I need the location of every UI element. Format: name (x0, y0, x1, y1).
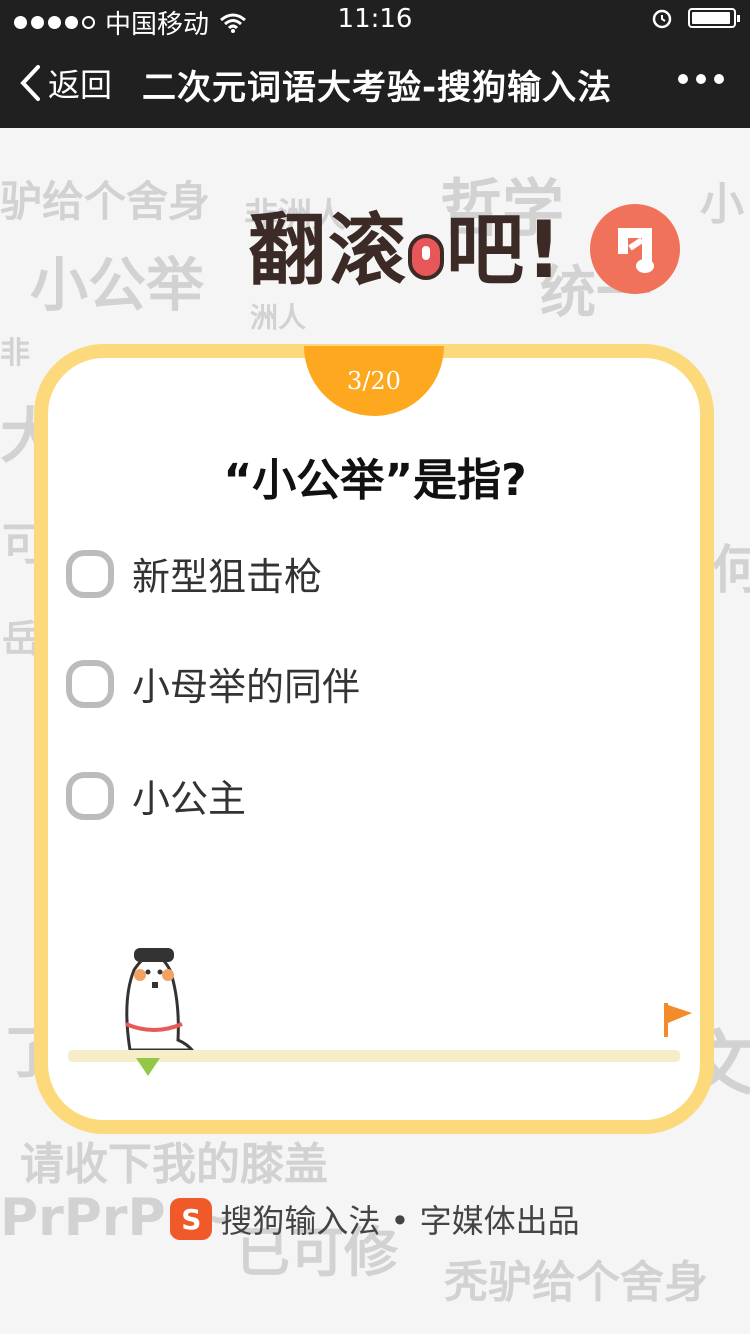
footer-text: 搜狗输入法 • 字媒体出品 (220, 1202, 580, 1240)
radio-circle-icon[interactable] (66, 549, 114, 598)
more-dot-icon (696, 74, 706, 84)
status-right (650, 6, 740, 30)
bg-word: 非 (0, 336, 30, 371)
more-dot-icon (678, 74, 688, 84)
bg-word: 何 (712, 541, 750, 601)
radio-circle-icon[interactable] (66, 771, 114, 820)
option-label: 小母举的同伴 (132, 665, 361, 709)
option-1[interactable]: 新型狙击枪 (66, 546, 322, 601)
battery-icon (688, 8, 740, 28)
question-text: “小公举”是指? (223, 455, 527, 506)
bg-word: 洲人 (250, 301, 307, 334)
bg-word: 小 (700, 179, 744, 230)
logo-char: 吧 (446, 206, 525, 296)
mascot-character-icon (125, 948, 196, 1052)
sogou-logo-icon: S (170, 1198, 213, 1240)
radio-circle-icon[interactable] (66, 659, 114, 708)
more-dot-icon (714, 74, 724, 84)
bg-word: 请收下我的膝盖 (20, 1139, 328, 1190)
option-label: 小公主 (132, 777, 247, 821)
chevron-left-icon (20, 65, 40, 101)
music-toggle-button[interactable] (590, 204, 680, 294)
music-note-icon (618, 228, 654, 273)
logo-char: ! (526, 206, 562, 296)
option-3[interactable]: 小公主 (66, 768, 246, 823)
page-title: 二次元词语大考验-搜狗输入法 (142, 68, 613, 108)
alarm-icon (652, 9, 672, 29)
footer-credit: S 搜狗输入法 • 字媒体出品 (0, 1196, 750, 1242)
progress-marker-icon (136, 1058, 160, 1076)
option-label: 新型狙击枪 (132, 555, 323, 599)
game-logo: 翻 滚 吧 ! (248, 212, 562, 290)
more-options-button[interactable] (678, 74, 724, 84)
goal-flag-icon (664, 1003, 692, 1037)
logo-char: 滚 (328, 206, 407, 296)
logo-red-dot (408, 234, 445, 280)
status-time: 11:16 (337, 4, 413, 34)
bg-word: 小公举 (30, 251, 205, 319)
logo-char: 翻 (248, 206, 327, 296)
status-bar: 中国移动 11:16 (0, 0, 750, 40)
back-label: 返回 (48, 66, 113, 104)
bg-word: 驴给个舍身 (0, 177, 211, 226)
back-button[interactable]: 返回 (18, 60, 112, 106)
option-2[interactable]: 小母举的同伴 (66, 656, 360, 711)
nav-bar: 返回 二次元词语大考验-搜狗输入法 (0, 40, 750, 128)
bg-word: 秃驴给个舍身 (444, 1257, 708, 1308)
